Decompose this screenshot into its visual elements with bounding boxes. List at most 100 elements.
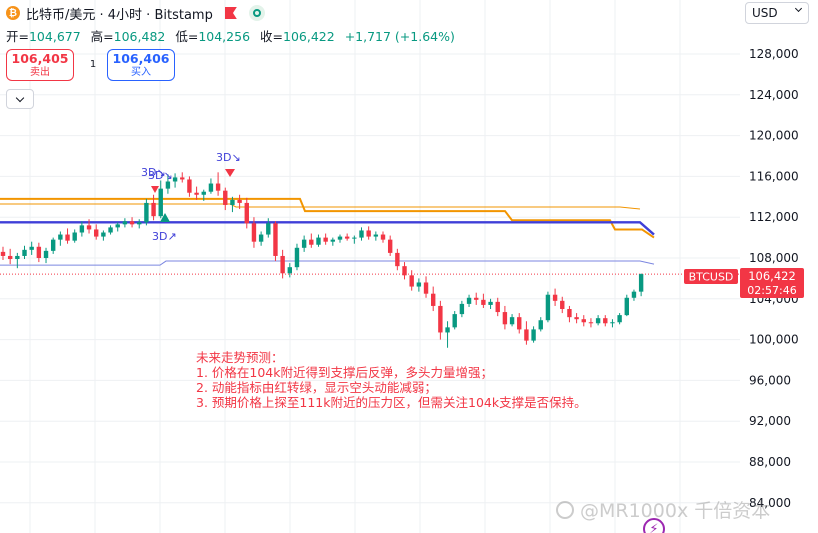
symbol-header[interactable]: ₿ 比特币/美元 · 4小时 · Bitstamp: [6, 4, 265, 23]
candle-body: [423, 282, 429, 294]
candle: [509, 314, 515, 327]
candle: [574, 313, 579, 324]
sell-button[interactable]: 106,405 卖出: [6, 49, 74, 81]
candle-body: [545, 294, 551, 321]
watermark: @MR1000x 千倍资本: [556, 496, 770, 523]
marker-label-3d-up: 3D↗: [152, 230, 177, 243]
candle: [438, 300, 443, 340]
legend-collapse-button[interactable]: [6, 89, 34, 109]
candle: [344, 233, 350, 241]
candle-body: [309, 239, 314, 245]
candle-body: [567, 309, 572, 318]
candle-body: [352, 237, 357, 239]
candle: [330, 237, 336, 246]
candle-body: [409, 275, 414, 287]
candle-body: [359, 230, 364, 238]
candle-body: [488, 301, 493, 305]
candle-body: [445, 327, 450, 333]
candle-body: [581, 319, 586, 323]
flag-icon[interactable]: [224, 7, 237, 19]
chevron-down-icon: [794, 4, 803, 13]
candle-body: [330, 239, 336, 242]
candle: [459, 300, 465, 318]
buy-button[interactable]: 106,406 买入: [107, 49, 175, 81]
candle-body: [438, 305, 443, 333]
resistance-line-thin: [0, 203, 641, 210]
candle-body: [86, 225, 92, 230]
price-tick-label: 116,000: [749, 169, 799, 183]
currency-select[interactable]: USD: [745, 2, 809, 24]
candle-body: [603, 318, 608, 324]
candle: [215, 172, 221, 196]
candle: [380, 231, 386, 243]
candle: [588, 318, 594, 328]
candle-body: [15, 255, 20, 260]
candle-body: [474, 297, 479, 300]
candle-body: [7, 255, 13, 260]
candle: [531, 326, 536, 343]
candle-body: [337, 236, 343, 240]
lightning-icon[interactable]: ⚡: [643, 518, 665, 533]
sell-signal-marker: [151, 186, 159, 193]
candle: [373, 231, 379, 241]
candle: [387, 235, 393, 256]
candle: [72, 229, 77, 243]
candle-body: [560, 300, 565, 309]
candle-body: [595, 318, 601, 324]
candle: [603, 315, 608, 327]
marker-label-3d-down-3: 3D↘: [216, 151, 241, 164]
candle-body: [223, 190, 228, 205]
candle: [638, 273, 644, 297]
candle-body: [517, 317, 522, 330]
candle: [79, 221, 85, 237]
candle-body: [287, 267, 292, 274]
buy-label: 买入: [131, 67, 151, 78]
candle: [466, 294, 472, 307]
sell-signal-marker: [225, 169, 235, 177]
candle: [223, 187, 228, 211]
candle: [280, 249, 285, 279]
candle: [624, 294, 629, 317]
candle-body: [115, 224, 120, 228]
candle-body: [266, 223, 271, 235]
candle-body: [108, 227, 113, 233]
candle-body: [502, 312, 508, 325]
candle: [595, 315, 601, 326]
candle: [366, 226, 371, 240]
price-tick-label: 92,000: [749, 414, 791, 428]
buy-price: 106,406: [112, 51, 170, 66]
candle-body: [258, 234, 264, 242]
annotation-line-3: 3. 预期价格上探至111k附近的压力区，但需关注104k支撑是否保持。: [196, 395, 587, 410]
candle: [359, 227, 364, 241]
candle: [258, 231, 264, 246]
candle-body: [588, 322, 594, 324]
close-label: 收=: [260, 29, 283, 44]
candle-body: [129, 221, 135, 225]
price-tick-label: 88,000: [749, 455, 791, 469]
candle-body: [94, 229, 99, 237]
candle-body: [29, 246, 34, 250]
annotation-line-2: 2. 动能指标由红转绿，显示空头动能减弱；: [196, 380, 437, 395]
candle-body: [65, 234, 70, 241]
candle: [567, 305, 572, 323]
candle: [352, 235, 357, 244]
candle: [122, 218, 128, 228]
candle-body: [316, 237, 321, 245]
support-line-thin: [0, 260, 655, 266]
candle-body: [466, 297, 472, 304]
candle-body: [416, 282, 422, 287]
candle: [15, 252, 20, 269]
price-tick-label: 100,000: [749, 333, 799, 347]
candle: [337, 234, 343, 243]
symbol-title[interactable]: 比特币/美元 · 4小时 · Bitstamp: [26, 4, 213, 23]
candle: [65, 228, 70, 244]
candle: [610, 319, 615, 328]
candle-body: [481, 299, 486, 305]
candle-body: [101, 232, 106, 237]
ohlc-legend: 开=104,677 高=106,482 低=104,256 收=106,422 …: [6, 26, 461, 45]
candle: [581, 315, 586, 327]
bitcoin-icon: ₿: [6, 6, 20, 20]
eye-icon[interactable]: [248, 5, 265, 21]
annotation-line-1: 1. 价格在104k附近得到支撑后反弹，多头力量增强；: [196, 365, 493, 380]
candle-body: [638, 274, 644, 292]
